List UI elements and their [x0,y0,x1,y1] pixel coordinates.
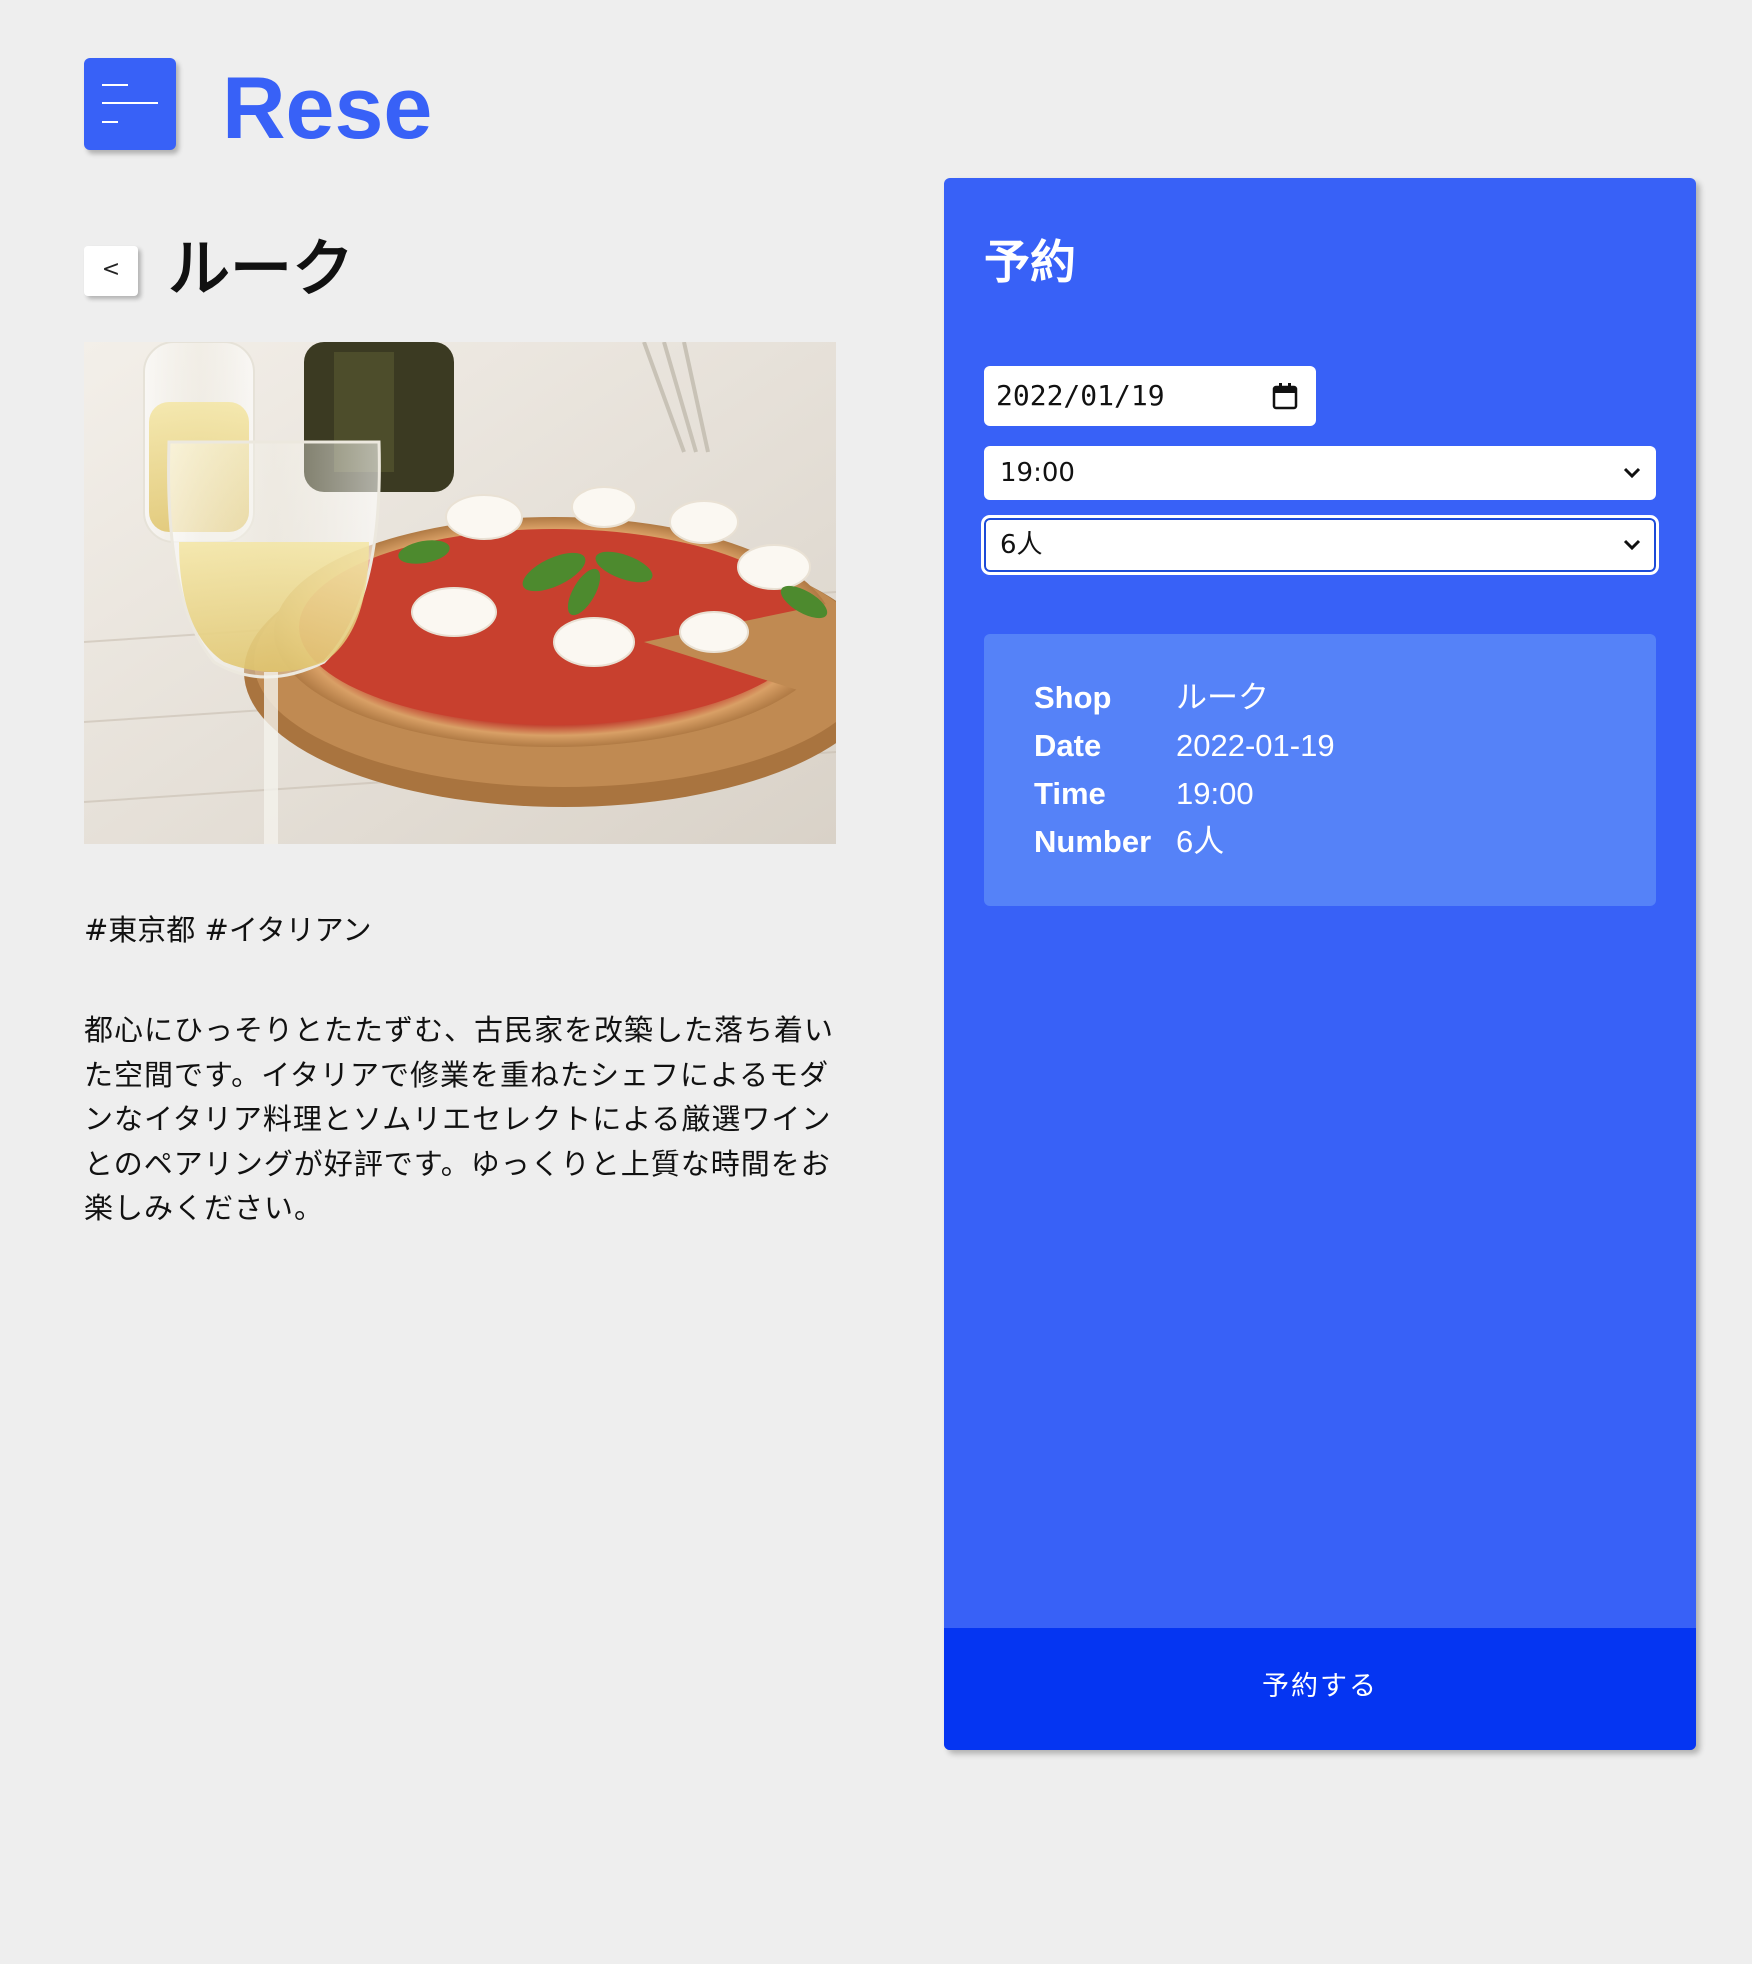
summary-value: 6人 [1176,824,1225,859]
summary-value: ルーク [1176,680,1269,715]
calendar-icon[interactable] [1272,382,1298,410]
shop-tags: #東京都 #イタリアン [84,913,372,947]
date-input[interactable]: 2022/01/19 [984,366,1316,426]
reservation-title: 予約 [984,235,1076,289]
summary-row-time: Time 19:00 [1034,770,1254,818]
chevron-down-icon [1623,467,1641,479]
summary-row-shop: Shop ルーク [1034,674,1269,722]
summary-row-number: Number 6人 [1034,818,1224,866]
summary-label: Number [1034,824,1152,859]
shop-image [84,342,836,844]
number-select[interactable]: 6人 [981,515,1659,575]
summary-row-date: Date 2022-01-19 [1034,722,1335,770]
time-select-value: 19:00 [1000,458,1075,488]
menu-button[interactable] [84,58,176,150]
summary-value: 19:00 [1176,776,1254,811]
summary-label: Time [1034,776,1106,811]
date-input-value: 2022/01/19 [996,379,1165,412]
reserve-submit-button[interactable]: 予約する [944,1628,1696,1750]
hamburger-menu-icon [102,84,128,86]
summary-label: Shop [1034,680,1112,715]
summary-value: 2022-01-19 [1176,728,1335,763]
number-select-value: 6人 [1000,530,1043,560]
summary-label: Date [1034,728,1102,763]
menu-icon-bar [102,121,118,123]
shop-description: 都心にひっそりとたたずむ、古民家を改築した落ち着いた空間です。イタリアで修業を重… [84,1013,835,1225]
time-select[interactable]: 19:00 [984,446,1656,500]
app-logo[interactable]: Rese [222,54,432,162]
chevron-down-icon [1623,539,1641,551]
reservation-summary: Shop ルーク Date 2022-01-19 Time 19:00 Number 6… [984,634,1656,906]
menu-icon-bar [102,102,158,104]
back-button[interactable]: < [84,246,138,296]
shop-name-title: ルーク [168,232,355,305]
reservation-panel: 予約 2022/01/19 19:00 6人 Shop ルーク Date 2022-… [944,178,1696,1750]
